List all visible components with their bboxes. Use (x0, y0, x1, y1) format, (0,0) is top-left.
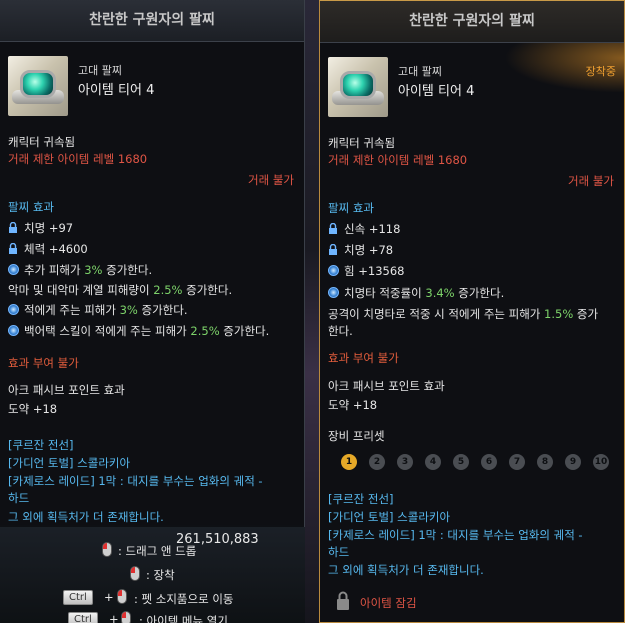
effect-line: 추가 피해가 3% 증가한다. (8, 262, 152, 278)
equipped-badge: 장착중 (585, 65, 616, 78)
stat-line: 치명 +78 (328, 242, 393, 258)
effect-header: 팔찌 효과 (8, 200, 54, 214)
source-more: 그 외에 획득처가 더 존재합니다. (328, 563, 484, 577)
item-header: 고대 팔찌 아이템 티어 4 장착중 (326, 53, 618, 121)
source-item: [쿠르잔 전선] (8, 438, 74, 452)
source-item: [카제로스 레이드] 1막 : 대지를 부수는 업화의 궤적 - (328, 528, 583, 542)
mouse-right-icon (117, 589, 127, 604)
item-tooltip-right: 찬란한 구원자의 팔찌 고대 팔찌 아이템 티어 4 장착중 캐릭터 귀속됨 거… (319, 0, 625, 623)
preset-button[interactable]: 1 (341, 454, 357, 470)
source-item: 하드 (328, 545, 350, 559)
hint-menu: : 아이템 메뉴 열기 (139, 614, 228, 623)
source-more: 그 외에 획득처가 더 존재합니다. (8, 510, 164, 524)
trade-status: 거래 불가 (248, 173, 294, 187)
ark-passive-value: 도약 +18 (328, 398, 378, 412)
source-item: [카제로스 레이드] 1막 : 대지를 부수는 업화의 궤적 - (8, 474, 263, 488)
no-effect-text: 효과 부여 불가 (328, 351, 399, 365)
effect-line: 백어택 스킬이 적에게 주는 피해가 2.5% 증가한다. (8, 323, 269, 339)
trade-status: 거래 불가 (568, 174, 614, 188)
hint-pet: : 펫 소지품으로 이동 (134, 592, 234, 606)
effect-icon (328, 287, 339, 298)
preset-button[interactable]: 9 (565, 454, 581, 470)
lock-icon (329, 244, 337, 255)
source-item: 하드 (8, 491, 30, 505)
effect-line: 공격이 치명타로 적중 시 적에게 주는 피해가 1.5% 증가 (328, 307, 599, 321)
stat-line: 체력 +4600 (8, 241, 88, 257)
no-effect-text: 효과 부여 불가 (8, 356, 79, 370)
item-tier: 아이템 티어 4 (78, 83, 155, 98)
item-locked-text: 아이템 잠김 (360, 596, 417, 610)
mouse-left-icon (102, 542, 112, 557)
stat-line: 신속 +118 (328, 221, 400, 237)
effect-icon (8, 325, 19, 336)
padlock-icon (337, 591, 349, 610)
ark-passive-header: 아크 패시브 포인트 효과 (328, 379, 445, 393)
ark-passive-header: 아크 패시브 포인트 효과 (8, 383, 125, 397)
preset-button[interactable]: 8 (537, 454, 553, 470)
hint-drag: : 드래그 앤 드롭 (118, 544, 197, 558)
plus-sign: + (104, 590, 114, 604)
source-item: [쿠르잔 전선] (328, 492, 394, 506)
effect-icon (8, 304, 19, 315)
ctrl-key: Ctrl (68, 612, 98, 623)
preset-button[interactable]: 6 (481, 454, 497, 470)
effect-line-cont: 한다. (328, 324, 353, 338)
ctrl-key: Ctrl (63, 590, 93, 605)
bracelet-icon (8, 56, 68, 116)
bracelet-icon (328, 57, 388, 117)
stat-line: 힘 +13568 (328, 263, 404, 279)
lock-icon (9, 243, 17, 254)
bound-text: 캐릭터 귀속됨 (8, 135, 76, 149)
item-title: 찬란한 구원자의 팔찌 (320, 1, 624, 43)
effect-icon (328, 265, 339, 276)
item-grade: 고대 팔찌 (398, 65, 442, 78)
effect-line: 적에게 주는 피해가 3% 증가한다. (8, 302, 188, 318)
lock-icon (9, 222, 17, 233)
item-tooltip-left: 찬란한 구원자의 팔찌 고대 팔찌 아이템 티어 4 캐릭터 귀속됨 거래 제한… (0, 0, 305, 527)
item-header: 고대 팔찌 아이템 티어 4 (6, 52, 298, 120)
source-item: [가디언 토벌] 스콜라키아 (8, 456, 131, 470)
effect-line: 악마 및 대악마 계열 피해량이 2.5% 증가한다. (8, 283, 233, 297)
level-requirement: 거래 제한 아이템 레벨 1680 (328, 153, 468, 167)
preset-header: 장비 프리셋 (328, 429, 385, 443)
item-title: 찬란한 구원자의 팔찌 (0, 0, 304, 42)
effect-icon (8, 264, 19, 275)
ark-passive-value: 도약 +18 (8, 402, 58, 416)
effect-header: 팔찌 효과 (328, 201, 374, 215)
preset-button[interactable]: 4 (425, 454, 441, 470)
stat-line: 치명 +97 (8, 220, 73, 236)
plus-sign: + (109, 612, 119, 623)
hint-equip: : 장착 (146, 568, 175, 582)
mouse-right-icon (130, 566, 140, 581)
item-tier: 아이템 티어 4 (398, 84, 475, 99)
effect-line: 치명타 적중률이 3.4% 증가한다. (328, 285, 504, 301)
preset-button[interactable]: 7 (509, 454, 525, 470)
lock-icon (329, 223, 337, 234)
background-strip (305, 0, 319, 623)
mouse-right-icon (121, 611, 131, 623)
bound-text: 캐릭터 귀속됨 (328, 136, 396, 150)
item-grade: 고대 팔찌 (78, 64, 122, 77)
preset-button[interactable]: 3 (397, 454, 413, 470)
preset-button[interactable]: 10 (593, 454, 609, 470)
source-item: [가디언 토벌] 스콜라키아 (328, 510, 451, 524)
preset-button[interactable]: 2 (369, 454, 385, 470)
level-requirement: 거래 제한 아이템 레벨 1680 (8, 152, 148, 166)
preset-button[interactable]: 5 (453, 454, 469, 470)
